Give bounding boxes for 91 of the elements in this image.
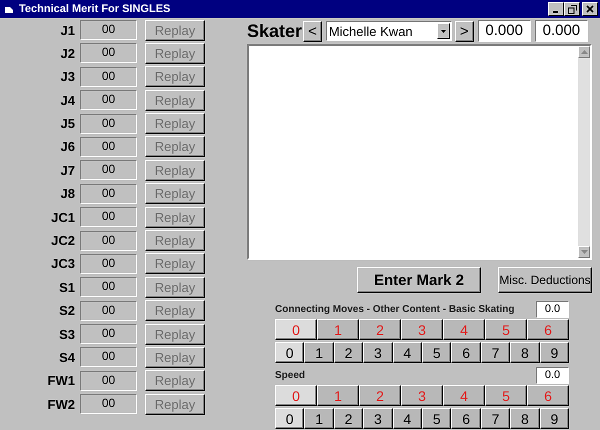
mark-field: 00 <box>80 160 137 180</box>
judge-label: JC2 <box>50 233 75 248</box>
enter-mark-button[interactable]: Enter Mark 2 <box>357 267 481 293</box>
tenth-mark-button[interactable]: 0 <box>275 342 304 363</box>
judge-label: J7 <box>60 162 75 178</box>
judge-label: J2 <box>60 46 75 61</box>
whole-mark-button[interactable]: 6 <box>527 319 569 340</box>
previous-button[interactable]: < <box>303 20 322 42</box>
mark-field: 00 <box>80 324 137 344</box>
whole-mark-button[interactable]: 4 <box>443 385 485 406</box>
skater-dropdown[interactable]: Michelle Kwan <box>326 21 452 41</box>
whole-mark-button[interactable]: 1 <box>317 385 359 406</box>
mark-field: 00 <box>80 90 137 110</box>
whole-mark-button[interactable]: 0 <box>275 319 317 340</box>
judge-label: JC3 <box>50 256 75 272</box>
tenth-mark-button[interactable]: 1 <box>304 408 334 429</box>
scrollbar[interactable] <box>578 46 590 258</box>
tenth-mark-button[interactable]: 5 <box>422 408 452 429</box>
tenth-mark-button[interactable]: 5 <box>422 342 452 363</box>
tenth-mark-button[interactable]: 0 <box>275 408 304 429</box>
judge-label: J3 <box>60 69 75 84</box>
mark-label: Speed <box>275 370 306 380</box>
judge-label: J5 <box>60 116 75 132</box>
whole-mark-button[interactable]: 6 <box>527 385 569 406</box>
tenth-mark-button[interactable]: 1 <box>304 342 334 363</box>
tenth-mark-button[interactable]: 3 <box>363 408 393 429</box>
tenth-mark-button[interactable]: 4 <box>392 342 422 363</box>
mark-field: 00 <box>80 136 137 157</box>
scroll-up-icon <box>580 50 588 54</box>
mark-field: 00 <box>80 394 137 414</box>
judge-label: FW1 <box>46 373 75 388</box>
mark-label: Connecting Moves - Other Content - Basic Skating <box>275 304 514 314</box>
whole-mark-button[interactable]: 2 <box>359 319 401 340</box>
mark-field: 00 <box>80 43 137 64</box>
judge-label: S3 <box>58 326 75 342</box>
judge-label: J6 <box>60 139 75 154</box>
scroll-down-icon <box>580 250 588 254</box>
judge-label: S1 <box>58 280 75 295</box>
tenth-mark-button[interactable]: 7 <box>480 408 510 429</box>
whole-mark-button[interactable]: 0 <box>275 385 317 406</box>
score-field[interactable]: 0.000 <box>534 20 588 42</box>
skater-label: Skater <box>247 20 304 42</box>
mark-field: 00 <box>80 300 137 321</box>
tenth-mark-button[interactable]: 7 <box>480 342 510 363</box>
judge-label: JC1 <box>50 210 75 225</box>
tenth-mark-button[interactable]: 9 <box>540 408 570 429</box>
tenth-mark-button[interactable]: 9 <box>540 342 570 363</box>
mark-field: 00 <box>80 370 137 391</box>
judge-label: J1 <box>60 22 75 38</box>
minimize-button[interactable] <box>548 2 564 16</box>
tenth-mark-button[interactable]: 4 <box>392 408 422 429</box>
whole-mark-button[interactable]: 3 <box>401 319 443 340</box>
window-title: Technical Merit For SINGLES <box>19 3 172 15</box>
whole-mark-button[interactable]: 2 <box>359 385 401 406</box>
tenth-mark-button[interactable]: 2 <box>334 342 364 363</box>
judge-label: S4 <box>58 350 75 365</box>
tenth-mark-button[interactable]: 6 <box>451 408 481 429</box>
app-icon <box>4 4 14 14</box>
restore-button[interactable] <box>564 2 580 16</box>
mark-field: 00 <box>80 347 137 368</box>
mark-field: 00 <box>80 20 137 40</box>
mark-field: 00 <box>80 114 137 134</box>
whole-mark-button[interactable]: 5 <box>485 385 527 406</box>
tenth-mark-button[interactable]: 8 <box>510 342 540 363</box>
deductions-button[interactable]: Misc. Deductions <box>498 267 592 293</box>
next-button[interactable]: > <box>454 20 474 42</box>
close-button[interactable] <box>582 2 598 16</box>
mark-field: 00 <box>80 207 137 228</box>
whole-mark-button[interactable]: 4 <box>443 319 485 340</box>
restore-icon <box>568 4 576 14</box>
judge-label: FW2 <box>46 396 75 412</box>
close-icon <box>586 5 594 13</box>
mark-field: 00 <box>80 277 137 298</box>
whole-mark-button[interactable]: 5 <box>485 319 527 340</box>
judge-label: J8 <box>60 186 75 202</box>
mark-field: 00 <box>80 184 137 204</box>
mark-value-field[interactable]: 0.0 <box>536 300 569 318</box>
tenth-mark-button[interactable]: 8 <box>510 408 540 429</box>
judge-label: S2 <box>58 303 75 318</box>
mark-value-field[interactable]: 0.0 <box>536 366 569 384</box>
judge-label: J4 <box>60 92 75 108</box>
mark-field: 00 <box>80 254 137 274</box>
dropdown-arrow-icon <box>440 30 446 32</box>
tenth-mark-button[interactable]: 2 <box>334 408 364 429</box>
whole-mark-button[interactable]: 1 <box>317 319 359 340</box>
mark-field: 00 <box>80 66 137 87</box>
tenth-mark-button[interactable]: 3 <box>363 342 393 363</box>
tenth-mark-button[interactable]: 6 <box>451 342 481 363</box>
mark-field: 00 <box>80 230 137 251</box>
whole-mark-button[interactable]: 3 <box>401 385 443 406</box>
score-field[interactable]: 0.000 <box>478 20 531 42</box>
